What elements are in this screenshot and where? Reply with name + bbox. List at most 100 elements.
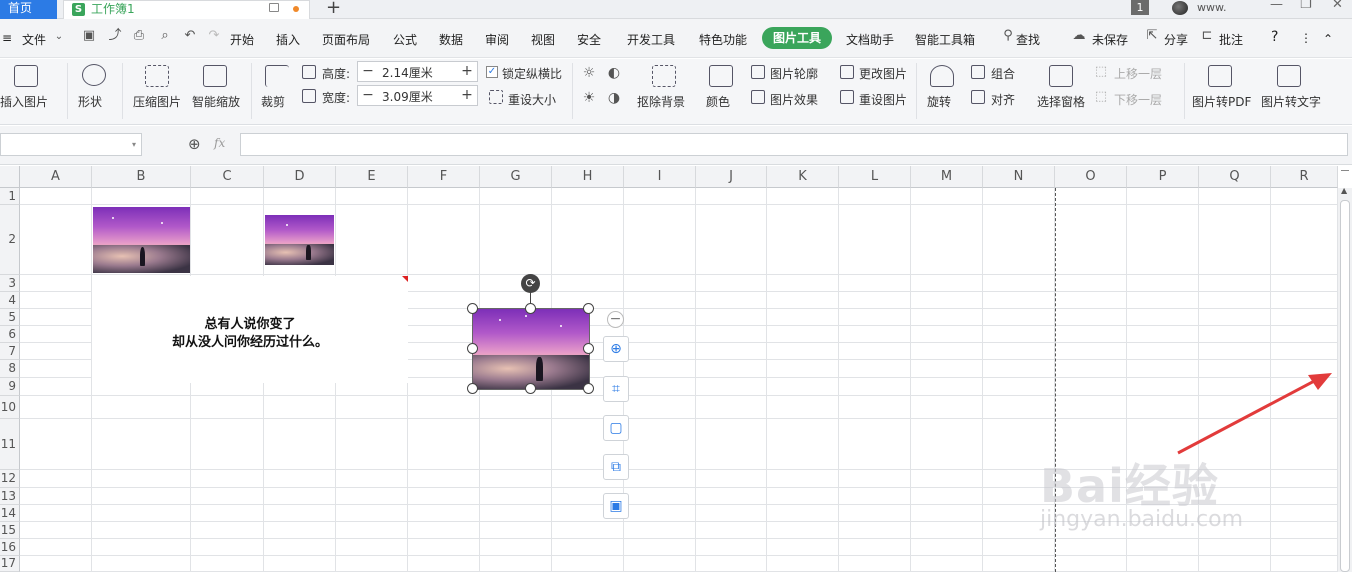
height-value[interactable]: 2.14厘米 [382, 64, 433, 81]
crop-icon[interactable]: ⌗ [603, 376, 629, 402]
menu-doc-assistant[interactable]: 文档助手 [846, 31, 894, 48]
column-header-r[interactable]: R [1271, 166, 1338, 188]
print-icon[interactable]: ⎙ [132, 29, 146, 43]
new-tab-button[interactable]: + [326, 0, 341, 18]
row-header-6[interactable]: 6 [0, 326, 20, 343]
rotate-handle-icon[interactable]: ⟳ [521, 274, 540, 293]
row-header-8[interactable]: 8 [0, 360, 20, 378]
column-header-g[interactable]: G [480, 166, 552, 188]
height-stepper[interactable]: − 2.14厘米 + [357, 61, 478, 82]
chevron-down-icon[interactable]: ⌄ [52, 30, 66, 44]
cloud-icon[interactable]: ☁ [1072, 29, 1086, 43]
lock-ratio-label[interactable]: 锁定纵横比 [502, 65, 562, 82]
menu-developer[interactable]: 开发工具 [627, 31, 675, 48]
save-icon[interactable]: ▣ [82, 29, 96, 43]
row-header-3[interactable]: 3 [0, 275, 20, 292]
send-backward-icon[interactable]: ⬚ [1094, 90, 1108, 104]
menu-security[interactable]: 安全 [577, 31, 601, 48]
row-header-13[interactable]: 13 [0, 488, 20, 505]
column-header-n[interactable]: N [983, 166, 1055, 188]
group-button[interactable]: 组合 [991, 65, 1015, 82]
name-box[interactable] [0, 133, 142, 156]
picture-effect-button[interactable]: 图片效果 [770, 91, 818, 108]
image-to-text-button[interactable]: 图片转文字 [1261, 93, 1321, 110]
resize-handle-bottom-right[interactable] [583, 383, 594, 394]
search-button[interactable]: 查找 [1016, 31, 1040, 48]
remove-background-button[interactable]: 抠除背景 [637, 93, 685, 110]
column-header-b[interactable]: B [92, 166, 191, 188]
avatar[interactable] [1172, 1, 1188, 15]
resize-handle-right[interactable] [583, 343, 594, 354]
row-header-7[interactable]: 7 [0, 343, 20, 360]
send-backward-button[interactable]: 下移一层 [1114, 91, 1162, 108]
restore-button[interactable]: ❐ [1300, 0, 1312, 12]
column-header-m[interactable]: M [911, 166, 983, 188]
print-preview-icon[interactable]: ⌕ [158, 29, 172, 43]
smart-scale-button[interactable]: 智能缩放 [192, 93, 240, 110]
column-header-k[interactable]: K [767, 166, 839, 188]
collapse-ribbon-button[interactable]: ⌃ [1323, 32, 1333, 46]
reset-image-button[interactable]: 重设图片 [859, 91, 907, 108]
selection-pane-button[interactable]: 选择窗格 [1037, 93, 1085, 110]
column-header-c[interactable]: C [191, 166, 264, 188]
row-header-15[interactable]: 15 [0, 522, 20, 539]
scroll-up-icon[interactable]: ▲ [1341, 186, 1347, 195]
width-increase-button[interactable]: + [457, 86, 477, 105]
column-header-f[interactable]: F [408, 166, 480, 188]
share-icon[interactable]: ⇱ [1145, 29, 1159, 43]
tab-document[interactable]: S 工作簿1 [63, 0, 310, 19]
selected-image[interactable] [472, 308, 590, 390]
formula-input[interactable] [240, 133, 1348, 156]
column-header-l[interactable]: L [839, 166, 911, 188]
column-header-o[interactable]: O [1055, 166, 1127, 188]
image-b2[interactable] [93, 207, 190, 273]
image-edit-icon[interactable]: ▣ [603, 493, 629, 519]
resize-handle-left[interactable] [467, 343, 478, 354]
column-header-e[interactable]: E [336, 166, 408, 188]
menu-formula[interactable]: 公式 [393, 31, 417, 48]
column-header-p[interactable]: P [1127, 166, 1199, 188]
shape-button[interactable]: 形状 [78, 93, 102, 110]
text-box[interactable]: 总有人说你变了 却从没人问你经历过什么。 [92, 276, 408, 383]
resize-handle-top-left[interactable] [467, 303, 478, 314]
search-icon[interactable]: ⚲ [1001, 29, 1015, 43]
zoom-formula-icon[interactable]: ⊕ [188, 135, 201, 153]
column-header-a[interactable]: A [20, 166, 92, 188]
image-frame-icon[interactable]: ▢ [603, 415, 629, 441]
column-header-q[interactable]: Q [1199, 166, 1271, 188]
menu-insert[interactable]: 插入 [276, 31, 300, 48]
contrast-down-icon[interactable]: ◑ [607, 91, 621, 105]
brightness-up-icon[interactable]: ☼ [582, 66, 596, 80]
export-icon[interactable]: ⤴ [108, 29, 122, 43]
undo-icon[interactable]: ↶ [183, 29, 197, 43]
row-header-5[interactable]: 5 [0, 309, 20, 326]
rotate-button[interactable]: 旋转 [927, 93, 951, 110]
menu-view[interactable]: 视图 [531, 31, 555, 48]
color-button[interactable]: 颜色 [706, 93, 730, 110]
help-button[interactable]: ? [1271, 29, 1278, 45]
resize-handle-bottom-left[interactable] [467, 383, 478, 394]
menu-features[interactable]: 特色功能 [699, 31, 747, 48]
image-d2[interactable] [265, 215, 334, 265]
collapse-toolbar-icon[interactable]: − [607, 311, 624, 328]
align-button[interactable]: 对齐 [991, 91, 1015, 108]
column-header-d[interactable]: D [264, 166, 336, 188]
name-box-dropdown-icon[interactable]: ▾ [132, 140, 136, 149]
menu-file[interactable]: 文件 [22, 31, 46, 48]
bring-forward-icon[interactable]: ⬚ [1094, 65, 1108, 79]
menu-review[interactable]: 审阅 [485, 31, 509, 48]
row-header-4[interactable]: 4 [0, 292, 20, 309]
split-icon[interactable] [1341, 170, 1349, 171]
height-decrease-button[interactable]: − [358, 62, 378, 81]
tab-home[interactable]: 首页 [0, 0, 57, 19]
window-count-badge[interactable]: 1 [1131, 0, 1149, 15]
redo-icon[interactable]: ↷ [207, 29, 221, 43]
picture-convert-icon[interactable]: ⧉ [603, 454, 629, 480]
user-name[interactable]: www. [1197, 0, 1226, 15]
width-decrease-button[interactable]: − [358, 86, 378, 105]
row-header-2[interactable]: 2 [0, 205, 20, 275]
compress-image-button[interactable]: 压缩图片 [133, 93, 181, 110]
select-all-corner[interactable] [0, 166, 20, 188]
row-header-14[interactable]: 14 [0, 505, 20, 522]
comment-button[interactable]: 批注 [1219, 31, 1243, 48]
